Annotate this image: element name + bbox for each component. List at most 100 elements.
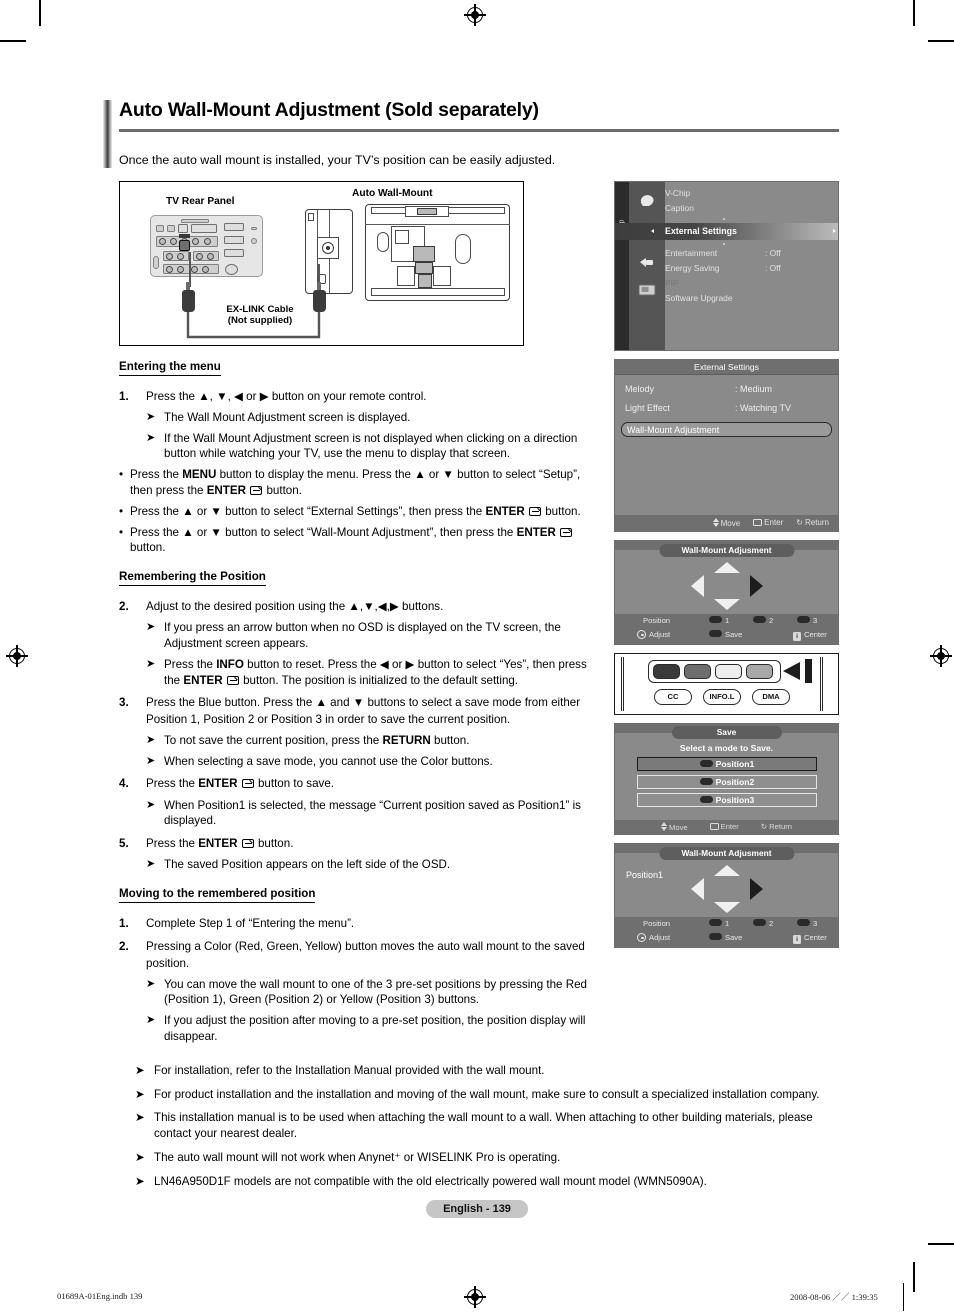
osd-setup-scroll-up-dot xyxy=(723,217,726,220)
red-button-icon xyxy=(709,615,722,623)
osd-external-settings-body: Melody : Medium Light Effect : Watching … xyxy=(615,375,838,515)
osd-position-3[interactable]: 3 xyxy=(797,615,817,625)
osd-setup-body: V-Chip Caption External Settings Enterta… xyxy=(615,181,838,350)
arrow-down-icon[interactable] xyxy=(713,598,740,610)
plug-icon xyxy=(637,254,657,271)
section-moving-to-remembered-position: Moving to the remembered position 1. Com… xyxy=(119,873,599,1045)
osd-save-footer: Move Enter ↻ Return xyxy=(615,819,838,834)
osd-position-1[interactable]: 1 xyxy=(709,918,729,928)
green-button-icon xyxy=(699,777,713,785)
green-button[interactable] xyxy=(684,664,711,680)
osd-save-option-position3[interactable]: Position3 xyxy=(637,792,817,807)
osd-row-light-effect[interactable]: Light Effect : Watching TV xyxy=(625,403,828,422)
ex-link-cable-label: EX-LINK Cable (Not supplied) xyxy=(226,303,294,326)
arrow-left-icon[interactable] xyxy=(690,877,704,900)
page-content: Auto Wall-Mount Adjustment (Sold separat… xyxy=(103,99,839,1190)
osd-save-prompt: Select a mode to Save. xyxy=(679,742,774,753)
osd-center-hint[interactable]: i Center xyxy=(793,933,827,944)
osd-setup-item-label: V-Chip xyxy=(665,187,691,198)
osd-setup-menu: Setup xyxy=(614,180,839,351)
osd-setup-item-external-settings[interactable]: External Settings xyxy=(665,226,737,236)
step-number: 1. xyxy=(119,917,129,931)
arrow-down-icon[interactable] xyxy=(713,901,740,913)
arrow-up-icon[interactable] xyxy=(713,561,740,573)
dpad-icon xyxy=(637,932,646,942)
sub-note: ➤ You can move the wall mount to one of … xyxy=(119,977,599,1009)
osd-external-settings-header: External Settings xyxy=(615,359,838,375)
registration-mark-right xyxy=(930,645,952,667)
osd-setup-item-label: PIP xyxy=(665,277,679,288)
osd-save-option-position1[interactable]: Position1 xyxy=(637,756,817,771)
sub-note-text: If you press an arrow button when no OSD… xyxy=(164,621,561,651)
osd-adjust-hint: Adjust xyxy=(637,932,670,942)
dot-bullet-icon: • xyxy=(119,468,124,482)
osd-footer-enter: Enter xyxy=(709,822,739,831)
arrow-right-icon[interactable] xyxy=(749,574,763,597)
osd-center-hint[interactable]: i Center xyxy=(793,630,827,641)
manual-page: Auto Wall-Mount Adjustment (Sold separat… xyxy=(0,0,954,1315)
osd-save-title: Save xyxy=(671,725,782,739)
final-note: ➤ LN46A950D1F models are not compatible … xyxy=(129,1174,839,1190)
osd-row-wall-mount-adjustment[interactable]: Wall-Mount Adjustment xyxy=(621,421,832,437)
osd-save-hint[interactable]: Save xyxy=(709,629,742,639)
osd-left-arrow-icon xyxy=(651,228,654,233)
info-icon: i xyxy=(793,934,801,944)
osd-save-option-position2[interactable]: Position2 xyxy=(637,774,817,789)
section-heading: Entering the menu xyxy=(119,360,221,376)
step: 5. Press the ENTER button. xyxy=(119,836,599,852)
osd-wall-mount-title: Wall-Mount Adjusment xyxy=(659,543,794,557)
red-button-icon xyxy=(709,918,722,926)
remote-control-illustration: CC INFO.L DMA xyxy=(614,652,839,715)
osd-row-melody[interactable]: Melody : Medium xyxy=(625,384,828,403)
title-divider xyxy=(119,129,839,132)
red-button-icon xyxy=(699,759,713,767)
info-icon: i xyxy=(793,631,801,641)
arrow-bullet-icon: ➤ xyxy=(146,1014,156,1027)
arrow-left-icon[interactable] xyxy=(690,574,704,597)
yellow-button[interactable] xyxy=(715,664,742,680)
step: 2. Pressing a Color (Red, Green, Yellow)… xyxy=(119,939,599,971)
two-column-area: Setup xyxy=(119,180,839,1045)
blue-button-icon xyxy=(709,932,722,940)
hand-icon xyxy=(637,192,657,209)
up-down-arrow-icon xyxy=(712,517,719,527)
osd-wall-mount-adjust-saved: Wall-Mount Adjusment Position1 Position … xyxy=(614,842,839,948)
cc-button[interactable]: CC xyxy=(654,688,692,705)
dpad-icon xyxy=(637,629,646,639)
osd-direction-pad xyxy=(690,561,763,610)
osd-setup-item-label: Caption xyxy=(665,202,694,213)
sub-note-text: If you adjust the position after moving … xyxy=(164,1014,586,1044)
blue-button[interactable] xyxy=(746,664,773,680)
ex-link-cable-path xyxy=(186,251,321,338)
footer-file-info: 01689A-01Eng.indb 139 xyxy=(57,1291,143,1301)
info-button[interactable]: INFO.L xyxy=(703,688,741,705)
osd-position-1[interactable]: 1 xyxy=(709,615,729,625)
red-button[interactable] xyxy=(653,664,680,680)
arrow-bullet-icon: ➤ xyxy=(135,1063,145,1077)
dma-button[interactable]: DMA xyxy=(752,688,790,705)
enter-icon xyxy=(560,527,573,537)
osd-row-label: Melody xyxy=(625,383,655,394)
osd-row-value: : Medium xyxy=(735,383,773,394)
arrow-bullet-icon: ➤ xyxy=(146,798,156,811)
osd-setup-item-label: Entertainment xyxy=(665,247,718,258)
step-text: Press the ▲, ▼, ◀ or ▶ button on your re… xyxy=(146,389,427,403)
title-accent-bar xyxy=(103,100,112,168)
crop-mark-bottom-right-v xyxy=(913,1262,915,1292)
footer-right-rule xyxy=(903,1283,905,1311)
bullet-note-text: Press the ▲ or ▼ button to select “Exter… xyxy=(130,504,581,518)
sub-note: ➤ Press the INFO button to reset. Press … xyxy=(119,657,599,689)
green-button-icon xyxy=(753,918,766,926)
sub-note-text: You can move the wall mount to one of th… xyxy=(164,977,587,1007)
footer-timestamp: 2008-08-06 ／／ 1:39:35 xyxy=(790,1292,878,1302)
sub-note: ➤ The saved Position appears on the left… xyxy=(119,857,599,873)
osd-position-2[interactable]: 2 xyxy=(753,918,773,928)
section-remembering-the-position: Remembering the Position 2. Adjust to th… xyxy=(119,556,599,873)
osd-position-3[interactable]: 3 xyxy=(797,918,817,928)
arrow-right-icon[interactable] xyxy=(749,877,763,900)
osd-position-2[interactable]: 2 xyxy=(753,615,773,625)
osd-save-hint[interactable]: Save xyxy=(709,932,742,942)
osd-footer-return: ↻ Return xyxy=(760,822,792,832)
arrow-up-icon[interactable] xyxy=(713,864,740,876)
osd-adjust-hint: Adjust xyxy=(637,629,670,639)
